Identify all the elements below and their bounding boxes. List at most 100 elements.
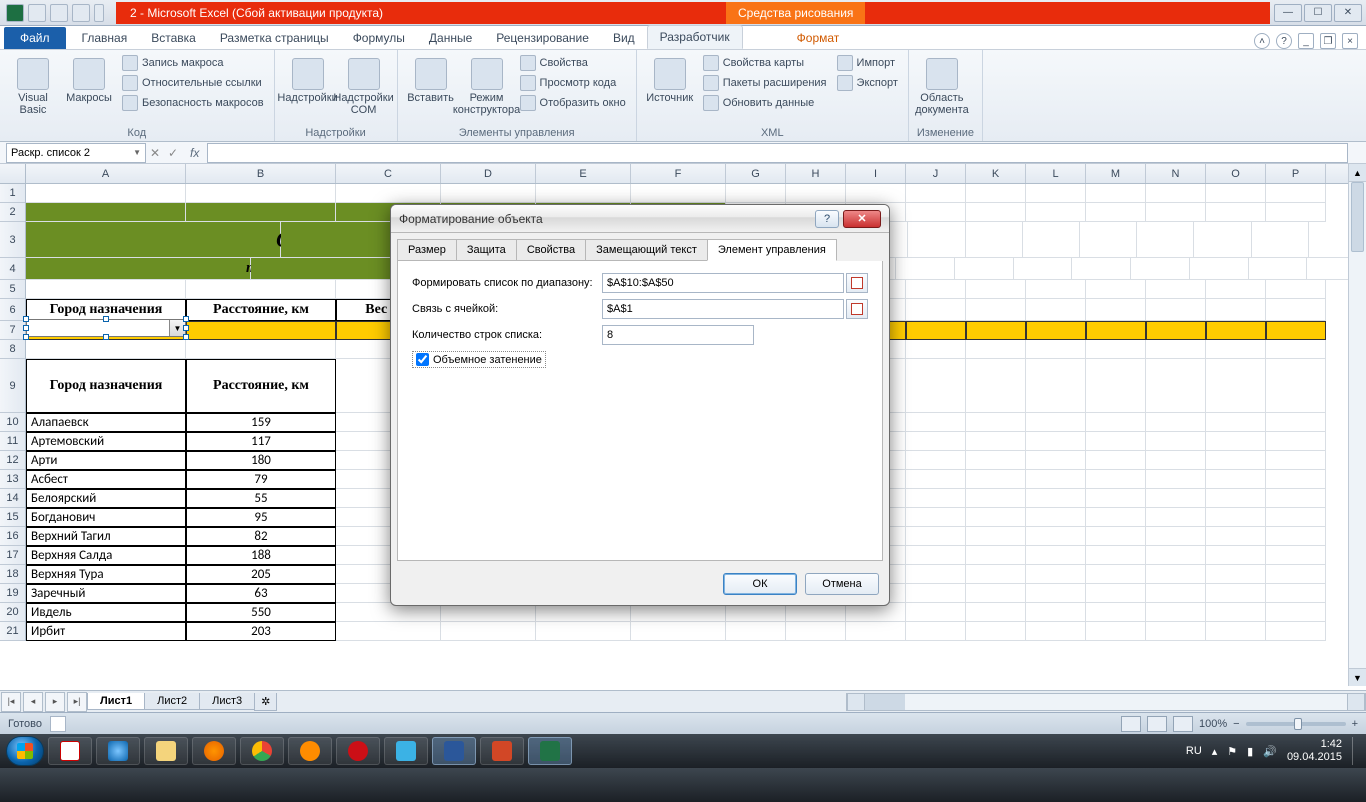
cell-D1[interactable]: [441, 184, 536, 203]
cell-N19[interactable]: [1146, 584, 1206, 603]
cell-K19[interactable]: [966, 584, 1026, 603]
cell-B17[interactable]: 188: [186, 546, 336, 565]
tab-review[interactable]: Рецензирование: [484, 27, 601, 49]
sheet-nav-prev-icon[interactable]: ◂: [23, 692, 43, 712]
cell-K11[interactable]: [966, 432, 1026, 451]
record-macro-button[interactable]: Запись макроса: [120, 54, 266, 72]
cell-K2[interactable]: [966, 203, 1026, 222]
cell-B5[interactable]: [186, 280, 336, 299]
chevron-down-icon[interactable]: ▼: [133, 148, 141, 157]
cell-O21[interactable]: [1206, 622, 1266, 641]
network-icon[interactable]: ▮: [1247, 745, 1253, 758]
cell-B16[interactable]: 82: [186, 527, 336, 546]
sheet-nav-next-icon[interactable]: ▸: [45, 692, 65, 712]
cell-N15[interactable]: [1146, 508, 1206, 527]
view-normal-icon[interactable]: [1121, 716, 1141, 732]
show-dialog-button[interactable]: Отобразить окно: [518, 94, 628, 112]
col-header-L[interactable]: L: [1026, 164, 1086, 183]
cell-J13[interactable]: [906, 470, 966, 489]
maximize-button[interactable]: ☐: [1304, 4, 1332, 22]
cell-B19[interactable]: 63: [186, 584, 336, 603]
cell-L13[interactable]: [1026, 470, 1086, 489]
taskbar-opera[interactable]: [336, 737, 380, 765]
col-header-G[interactable]: G: [726, 164, 786, 183]
cell-P15[interactable]: [1266, 508, 1326, 527]
resize-handle[interactable]: [103, 334, 109, 340]
cell-A9[interactable]: Город назначения: [26, 359, 186, 413]
cell-J18[interactable]: [906, 565, 966, 584]
cell-N20[interactable]: [1146, 603, 1206, 622]
cell-A19[interactable]: Заречный: [26, 584, 186, 603]
cell-P16[interactable]: [1266, 527, 1326, 546]
cell-N1[interactable]: [1146, 184, 1206, 203]
cell-L9[interactable]: [1026, 359, 1086, 413]
cell-N21[interactable]: [1146, 622, 1206, 641]
cell-O2[interactable]: [1206, 203, 1266, 222]
col-header-O[interactable]: O: [1206, 164, 1266, 183]
minimize-button[interactable]: —: [1274, 4, 1302, 22]
cell-J17[interactable]: [906, 546, 966, 565]
name-box[interactable]: Раскр. список 2▼: [6, 143, 146, 163]
cell-P1[interactable]: [1266, 184, 1326, 203]
cell-N11[interactable]: [1146, 432, 1206, 451]
macro-record-indicator-icon[interactable]: [50, 716, 66, 732]
col-header-I[interactable]: I: [846, 164, 906, 183]
fx-cancel-icon[interactable]: ✕: [146, 146, 164, 160]
minimize-ribbon-icon[interactable]: ˄: [1254, 33, 1270, 49]
cell-A10[interactable]: Алапаевск: [26, 413, 186, 432]
dialog-tab-properties[interactable]: Свойства: [516, 239, 586, 261]
row-header-18[interactable]: 18: [0, 565, 25, 584]
cell-M5[interactable]: [1086, 280, 1146, 299]
xml-export-button[interactable]: Экспорт: [835, 74, 900, 92]
row-header-14[interactable]: 14: [0, 489, 25, 508]
cell-J3[interactable]: [966, 222, 1023, 258]
zoom-out-icon[interactable]: −: [1233, 718, 1239, 730]
cell-O13[interactable]: [1206, 470, 1266, 489]
close-button[interactable]: ✕: [1334, 4, 1362, 22]
col-header-K[interactable]: K: [966, 164, 1026, 183]
cell-K5[interactable]: [966, 280, 1026, 299]
cell-N16[interactable]: [1146, 527, 1206, 546]
scroll-up-icon[interactable]: ▲: [1349, 164, 1366, 182]
cell-N6[interactable]: [1146, 299, 1206, 321]
cell-I3[interactable]: [908, 222, 965, 258]
workbook-minimize-icon[interactable]: _: [1298, 33, 1314, 49]
taskbar-media-player[interactable]: [288, 737, 332, 765]
col-header-N[interactable]: N: [1146, 164, 1206, 183]
cell-A3[interactable]: ООО "Гру: [26, 222, 281, 258]
taskbar-ie[interactable]: [96, 737, 140, 765]
sheet-nav-last-icon[interactable]: ▸|: [67, 692, 87, 712]
cell-L18[interactable]: [1026, 565, 1086, 584]
clock[interactable]: 1:42 09.04.2015: [1287, 738, 1342, 764]
cell-M3[interactable]: [1137, 222, 1194, 258]
cell-C21[interactable]: [336, 622, 441, 641]
cell-K6[interactable]: [966, 299, 1026, 321]
cell-P13[interactable]: [1266, 470, 1326, 489]
start-button[interactable]: [6, 736, 44, 766]
cell-O1[interactable]: [1206, 184, 1266, 203]
resize-handle[interactable]: [23, 325, 29, 331]
col-header-C[interactable]: C: [336, 164, 441, 183]
col-header-A[interactable]: A: [26, 164, 186, 183]
cell-M9[interactable]: [1086, 359, 1146, 413]
cell-L2[interactable]: [1026, 203, 1086, 222]
cell-P14[interactable]: [1266, 489, 1326, 508]
cell-K21[interactable]: [966, 622, 1026, 641]
cell-O18[interactable]: [1206, 565, 1266, 584]
cell-P17[interactable]: [1266, 546, 1326, 565]
cell-L21[interactable]: [1026, 622, 1086, 641]
qat-customize-icon[interactable]: [94, 4, 104, 22]
cell-M16[interactable]: [1086, 527, 1146, 546]
cell-N13[interactable]: [1146, 470, 1206, 489]
tab-data[interactable]: Данные: [417, 27, 484, 49]
cell-K15[interactable]: [966, 508, 1026, 527]
resize-handle[interactable]: [183, 334, 189, 340]
new-sheet-icon[interactable]: ✲: [254, 693, 277, 711]
cell-L20[interactable]: [1026, 603, 1086, 622]
cell-K14[interactable]: [966, 489, 1026, 508]
cell-M21[interactable]: [1086, 622, 1146, 641]
cell-K1[interactable]: [966, 184, 1026, 203]
macros-button[interactable]: Макросы: [64, 54, 114, 104]
row-header-12[interactable]: 12: [0, 451, 25, 470]
taskbar-unknown[interactable]: [384, 737, 428, 765]
